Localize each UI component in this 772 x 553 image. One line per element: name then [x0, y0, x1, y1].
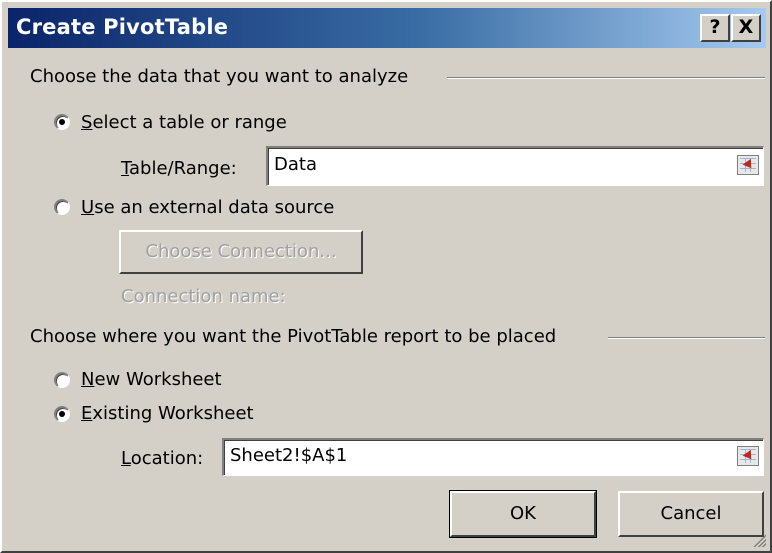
select-table-label[interactable]: Select a table or range	[81, 112, 287, 133]
table-range-input[interactable]: Data	[266, 146, 764, 186]
location-value: Sheet2!$A$1	[230, 445, 348, 466]
cancel-button[interactable]: Cancel	[618, 491, 764, 537]
existing-worksheet-label-rest: xisting Worksheet	[92, 403, 254, 424]
external-source-label[interactable]: Use an external data source	[81, 197, 334, 218]
radio-selected-dot	[59, 411, 65, 417]
help-icon: ?	[709, 16, 721, 38]
new-worksheet-radio[interactable]	[54, 372, 70, 388]
analyze-group-divider	[447, 77, 765, 79]
placement-group-heading: Choose where you want the PivotTable rep…	[30, 326, 557, 347]
existing-worksheet-mnemonic: E	[81, 403, 93, 424]
external-source-radio[interactable]	[54, 199, 70, 215]
dialog-title: Create PivotTable	[16, 15, 229, 39]
external-source-mnemonic: U	[81, 197, 95, 218]
location-label: Location:	[121, 448, 203, 469]
choose-connection-button[interactable]: Choose Connection...	[119, 230, 363, 274]
existing-worksheet-radio[interactable]	[54, 406, 70, 422]
table-range-label-rest: able/Range:	[129, 158, 237, 179]
location-label-rest: ocation:	[130, 448, 204, 469]
new-worksheet-label[interactable]: New Worksheet	[81, 369, 222, 390]
analyze-group-heading: Choose the data that you want to analyze	[30, 66, 409, 87]
connection-name-label: Connection name:	[121, 286, 286, 307]
location-input[interactable]: Sheet2!$A$1	[222, 438, 764, 476]
resize-grip-icon[interactable]	[752, 533, 766, 547]
location-mnemonic: L	[121, 448, 131, 469]
location-collapse-icon[interactable]	[737, 446, 759, 466]
existing-worksheet-label[interactable]: Existing Worksheet	[81, 403, 254, 424]
create-pivottable-dialog: Create PivotTable ? X Choose the data th…	[0, 0, 772, 553]
select-table-label-rest: elect a table or range	[92, 112, 287, 133]
table-range-value: Data	[274, 154, 317, 175]
radio-selected-dot	[59, 119, 65, 125]
help-button[interactable]: ?	[700, 14, 730, 42]
range-collapse-icon[interactable]	[737, 155, 759, 175]
ok-label: OK	[510, 503, 536, 524]
choose-connection-label: Choose Connection...	[145, 241, 337, 262]
new-worksheet-label-rest: ew Worksheet	[94, 369, 222, 390]
cancel-label: Cancel	[660, 503, 722, 524]
select-table-mnemonic: S	[81, 112, 93, 133]
select-table-radio[interactable]	[54, 114, 70, 130]
close-button[interactable]: X	[731, 14, 761, 42]
new-worksheet-mnemonic: N	[81, 369, 95, 390]
ok-button[interactable]: OK	[449, 490, 597, 538]
title-bar[interactable]: Create PivotTable ? X	[8, 8, 766, 48]
placement-group-divider	[608, 337, 765, 339]
external-source-label-rest: se an external data source	[94, 197, 335, 218]
table-range-mnemonic: T	[121, 158, 130, 179]
table-range-label: Table/Range:	[121, 158, 237, 179]
close-icon: X	[738, 16, 754, 38]
